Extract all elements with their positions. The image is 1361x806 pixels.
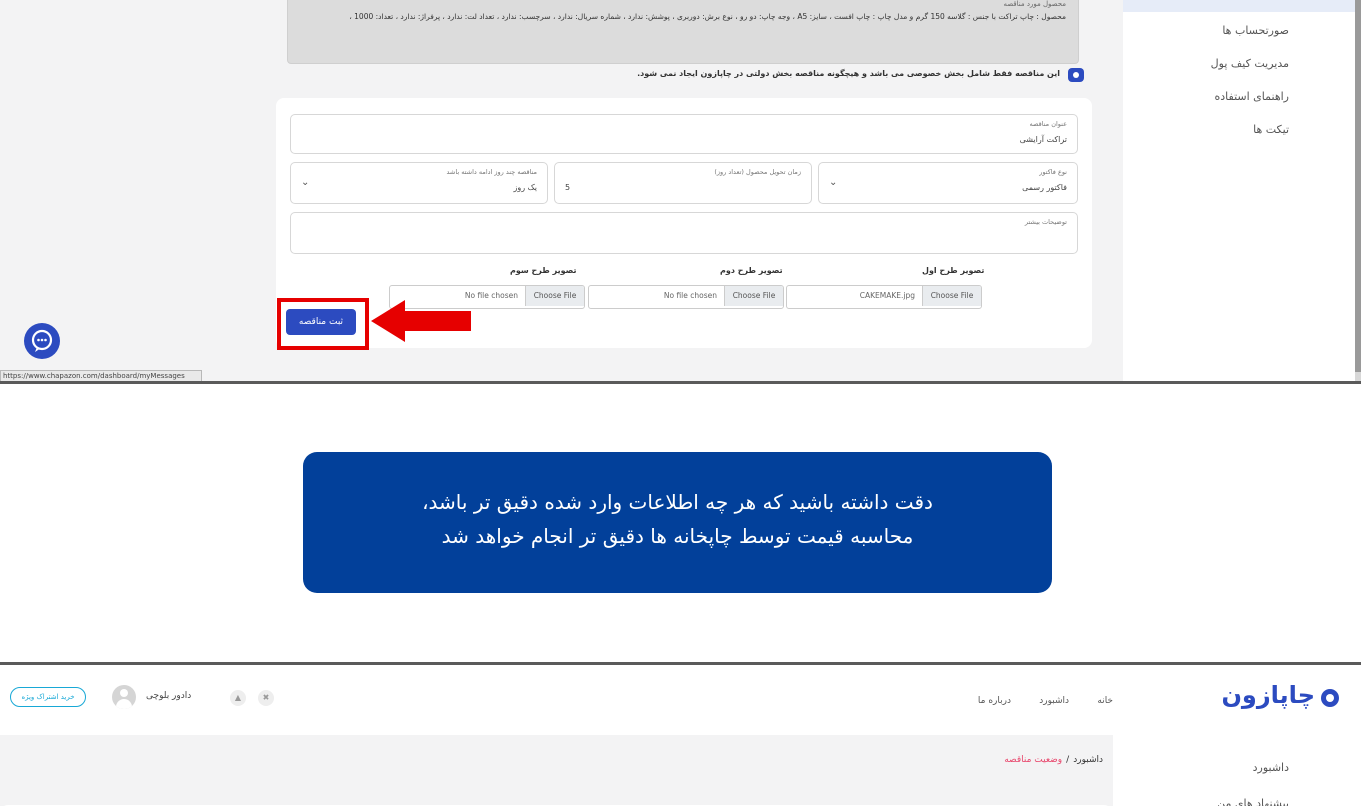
description-text: محصول : چاپ تراکت با جنس : گلاسه 150 گرم… xyxy=(349,12,1066,21)
pointer-arrow-icon xyxy=(371,300,471,342)
note-line-1: دقت داشته باشید که هر چه اطلاعات وارد شد… xyxy=(422,490,933,514)
logo-text: چاپازون xyxy=(1221,681,1315,709)
choose-file-button[interactable]: Choose File xyxy=(724,286,783,306)
chevron-down-icon: ⌄ xyxy=(301,177,310,188)
delivery-days-value: 5 xyxy=(565,183,571,192)
top-screenshot: صورتحساب ها مدیریت کیف پول راهنمای استفا… xyxy=(0,0,1361,384)
checkbox-label: این مناقصه فقط شامل بخش خصوصی می باشد و … xyxy=(637,69,1060,78)
avatar[interactable] xyxy=(112,685,136,709)
breadcrumb-separator: / xyxy=(1066,755,1070,765)
sidebar-item-guide[interactable]: راهنمای استفاده xyxy=(1215,90,1289,103)
premium-subscription-button[interactable]: خرید اشتراک ویژه xyxy=(10,687,86,707)
choose-file-button[interactable]: Choose File xyxy=(922,286,981,306)
status-bar-url: https://www.chapazon.com/dashboard/myMes… xyxy=(0,370,202,381)
sidebar-item-wallet[interactable]: مدیریت کیف پول xyxy=(1211,57,1289,70)
tender-title-value: تراکت آرایشی xyxy=(1019,135,1067,144)
nav-about[interactable]: درباره ما xyxy=(978,696,1011,706)
sidebar-item-invoices[interactable]: صورتحساب ها xyxy=(1222,24,1289,37)
sidebar-item-dashboard[interactable]: داشبورد xyxy=(1253,761,1289,774)
tender-title-field[interactable]: عنوان مناقصه تراکت آرایشی xyxy=(290,114,1078,154)
breadcrumb-dashboard[interactable]: داشبورد xyxy=(1073,755,1103,765)
chat-icon[interactable] xyxy=(24,323,60,359)
note-line-2: محاسبه قیمت توسط چاپخانه ها دقیق تر انجا… xyxy=(441,524,914,548)
chosen-file-name: No file chosen xyxy=(663,291,717,300)
sidebar-item-tickets[interactable]: تیکت ها xyxy=(1253,123,1289,136)
nav-home[interactable]: خانه xyxy=(1097,696,1113,706)
chosen-file-name: CAKEMAKE.jpg xyxy=(859,291,915,300)
settings-icon[interactable]: ✖ xyxy=(258,690,274,706)
breadcrumb-current: وضعیت مناقصه xyxy=(1004,755,1063,765)
username[interactable]: دادور بلوچی xyxy=(146,691,191,701)
nav-dashboard[interactable]: داشبورد xyxy=(1039,696,1069,706)
invoice-type-label: نوع فاکتور xyxy=(1039,168,1067,176)
tender-duration-select[interactable]: مناقصه چند روز ادامه داشته باشد یک روز ⌄ xyxy=(290,162,548,204)
bottom-screenshot: چاپازون خانه داشبورد درباره ما خرید اشتر… xyxy=(0,662,1361,806)
delivery-days-label: زمان تحویل محصول (تعداد روز) xyxy=(714,168,801,176)
notes-label: توضیحات بیشتر xyxy=(1024,218,1067,226)
upload-2-title: تصویر طرح دوم xyxy=(720,266,783,275)
private-sector-checkbox[interactable] xyxy=(1068,68,1084,82)
submit-tender-button[interactable]: ثبت مناقصه xyxy=(286,309,356,335)
chosen-file-name: No file chosen xyxy=(464,291,518,300)
notes-textarea[interactable]: توضیحات بیشتر xyxy=(290,212,1078,254)
user-area: خرید اشتراک ویژه دادور بلوچی ▲ ✖ xyxy=(10,685,300,715)
tender-duration-label: مناقصه چند روز ادامه داشته باشد xyxy=(446,168,537,176)
sidebar: صورتحساب ها مدیریت کیف پول راهنمای استفا… xyxy=(1123,0,1355,381)
invoice-type-value: فاکتور رسمی xyxy=(1022,183,1067,192)
upload-3-title: تصویر طرح سوم xyxy=(510,266,577,275)
private-sector-checkbox-row: این مناقصه فقط شامل بخش خصوصی می باشد و … xyxy=(637,68,1084,82)
upload-1-title: تصویر طرح اول xyxy=(922,266,985,275)
delivery-days-input[interactable]: زمان تحویل محصول (تعداد روز) 5 xyxy=(554,162,812,204)
breadcrumb: داشبورد/وضعیت مناقصه xyxy=(1004,755,1103,765)
bell-icon[interactable]: ▲ xyxy=(230,690,246,706)
chevron-down-icon: ⌄ xyxy=(829,177,838,188)
scrollbar-thumb[interactable] xyxy=(1355,0,1361,372)
product-description-textarea[interactable]: محصول مورد مناقصه محصول : چاپ تراکت با ج… xyxy=(287,0,1079,64)
upload-2-input[interactable]: Choose File No file chosen xyxy=(588,285,784,309)
sidebar: داشبورد پیشنهاد های من xyxy=(1113,735,1361,806)
site-header: چاپازون خانه داشبورد درباره ما خرید اشتر… xyxy=(0,665,1361,735)
choose-file-button[interactable]: Choose File xyxy=(525,286,584,306)
sidebar-active-item[interactable] xyxy=(1123,0,1355,12)
tender-duration-value: یک روز xyxy=(513,183,537,192)
sidebar-item-my-offers[interactable]: پیشنهاد های من xyxy=(1217,797,1289,806)
site-logo[interactable]: چاپازون xyxy=(1189,681,1339,713)
info-note-box: دقت داشته باشید که هر چه اطلاعات وارد شد… xyxy=(303,452,1052,593)
upload-1-input[interactable]: Choose File CAKEMAKE.jpg xyxy=(786,285,982,309)
scrollbar[interactable] xyxy=(1355,0,1361,381)
logo-icon xyxy=(1321,689,1339,707)
invoice-type-select[interactable]: نوع فاکتور فاکتور رسمی ⌄ xyxy=(818,162,1078,204)
description-label: محصول مورد مناقصه xyxy=(1003,0,1066,8)
tender-title-label: عنوان مناقصه xyxy=(1029,120,1068,128)
